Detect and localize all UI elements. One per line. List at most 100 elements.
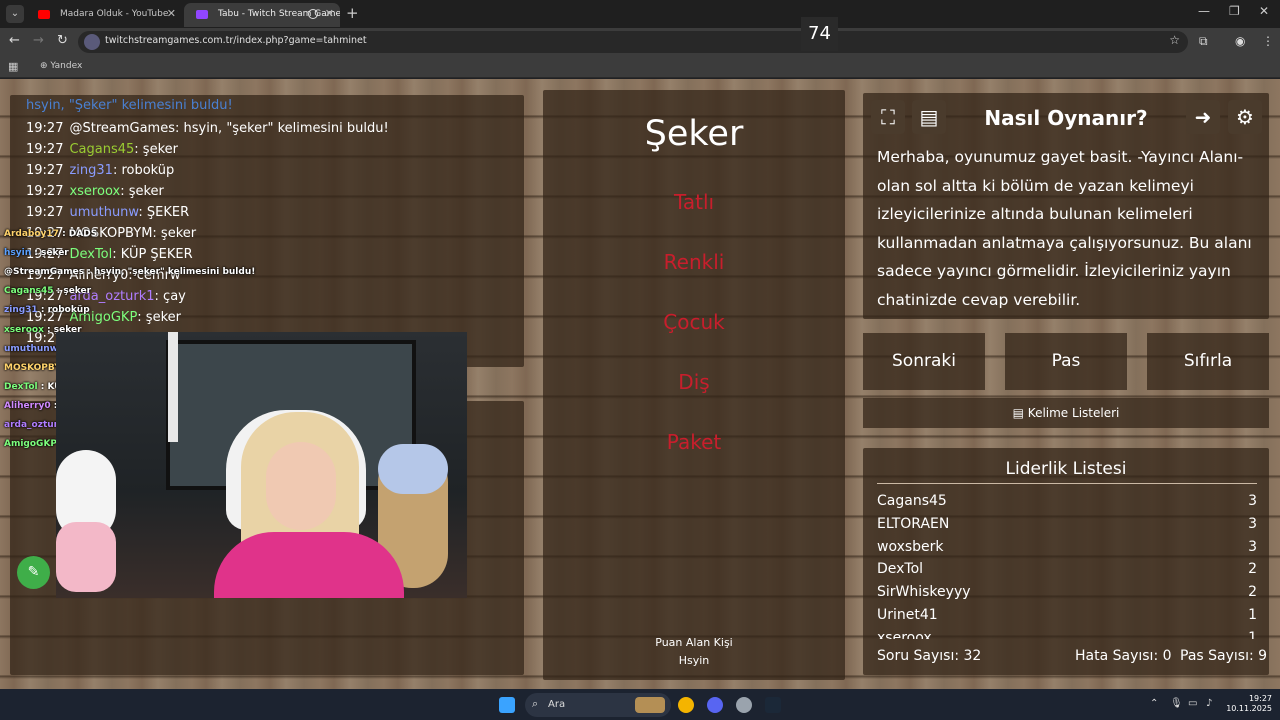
start-icon[interactable] (499, 697, 515, 713)
leaderboard-row: woxsberk 3 (877, 539, 1257, 555)
reset-button[interactable]: Sıfırla (1147, 333, 1269, 390)
bookmark-yandex[interactable]: ⊕ Yandex (40, 61, 82, 71)
chrome-icon[interactable] (678, 697, 694, 713)
overlay-chat-line: hsyin : şeker (4, 248, 69, 258)
cam-plush-pink (56, 522, 116, 592)
leaderboard-score: 1 (1248, 607, 1257, 623)
chat-time: 19:27 (26, 205, 64, 220)
pass-count: Pas Sayısı: 9 (1180, 648, 1268, 664)
edit-pencil-icon[interactable]: ✎ (17, 556, 50, 589)
scorer-name: Hsyin (678, 654, 710, 667)
overlay-username: hsyin (4, 248, 32, 259)
howto-text: Merhaba, oyunumuz gayet basit. -Yayıncı … (877, 148, 1252, 309)
overlay-username: zing31 (4, 305, 38, 316)
url-text[interactable]: twitchstreamgames.com.tr/index.php?game=… (105, 35, 367, 46)
chat-username[interactable]: umuthunw (69, 205, 138, 220)
taboo-word: Diş (678, 370, 710, 394)
site-info-icon[interactable] (84, 34, 100, 50)
leaderboard-score: 3 (1248, 515, 1257, 532)
forward-icon[interactable]: → (33, 33, 44, 48)
timer: 74 (801, 17, 838, 51)
extensions-icon[interactable]: ⧉ (1199, 34, 1208, 49)
tab-youtube[interactable]: Madara Olduk - YouTube ✕ (26, 3, 182, 27)
tab-search-button[interactable]: ⌄ (6, 5, 24, 23)
leaderboard-score: 3 (1248, 538, 1257, 555)
chat-time: 19:27 (26, 121, 64, 136)
chat-username[interactable]: zing31 (69, 163, 112, 178)
tab-title: Tabu - Twitch Stream Game (218, 9, 340, 19)
minimize-icon[interactable]: — (1198, 4, 1210, 18)
tab-title: Madara Olduk - YouTube (60, 9, 169, 19)
clock[interactable]: 19:27 10.11.2025 (1224, 694, 1272, 714)
chat-text: : ŞEKER (138, 205, 190, 220)
close-window-icon[interactable]: ✕ (1259, 4, 1269, 18)
taboo-word: Çocuk (663, 310, 725, 334)
leaderboard-row: DexTol 2 (877, 561, 1257, 577)
apps-icon[interactable]: ▦ (8, 60, 18, 73)
steam-icon[interactable] (765, 697, 781, 713)
chat-time: 19:27 (26, 142, 64, 157)
taboo-word: Tatlı (673, 190, 715, 214)
leaderboard-list[interactable]: Cagans45 3 ELTORAEN 3 woxsberk 3 DexTol 2 SirWhi… (863, 489, 1269, 639)
clock-time: 19:27 (1248, 694, 1272, 703)
chat-username[interactable]: xseroox (69, 184, 120, 199)
tab-tabu[interactable]: Tabu - Twitch Stream Game ✕ (184, 3, 340, 27)
overlay-chat-line: Cagans45 : şeker (4, 286, 91, 296)
cam-plush-head (378, 444, 448, 494)
overlay-username: Aliherry0 (4, 400, 51, 411)
browser-toolbar: ← → ↻ twitchstreamgames.com.tr/index.php… (0, 28, 1280, 56)
chat-text: : şeker (134, 142, 178, 157)
youtube-icon (38, 10, 50, 19)
error-count: Hata Sayısı: 0 (1075, 648, 1172, 664)
leaderboard-name: woxsberk (877, 538, 944, 555)
cam-person-body (214, 532, 404, 598)
close-tab-icon[interactable]: ✕ (325, 3, 334, 25)
discord-icon[interactable] (707, 697, 723, 713)
chat-username[interactable]: Cagans45 (69, 142, 134, 157)
next-button[interactable]: Sonraki (863, 333, 985, 390)
reload-icon[interactable]: ↻ (57, 33, 68, 48)
leaderboard-score: 2 (1248, 584, 1257, 601)
leaderboard-name: DexTol (877, 561, 924, 578)
leaderboard-name: ELTORAEN (877, 515, 950, 532)
new-tab-button[interactable]: + (346, 4, 359, 22)
chat-username[interactable]: DexTol (69, 247, 112, 262)
overlay-text: : DADS (58, 229, 98, 239)
chat-time: 19:27 (26, 184, 64, 199)
volume-icon[interactable]: ♪ (1206, 698, 1212, 709)
mic-icon[interactable]: 🎙 (1170, 698, 1183, 709)
network-icon[interactable]: ▭ (1188, 698, 1197, 709)
overlay-username: DexTol (4, 381, 38, 392)
leaderboard-name: Urinet41 (877, 607, 938, 623)
overlay-chat-line: Ardaboy17 : DADS (4, 229, 97, 239)
tray-chevron-icon[interactable]: ⌃ (1150, 698, 1158, 709)
obs-icon[interactable] (736, 697, 752, 713)
taskbar: ⌕ Ara ⌃ 🎙 ▭ ♪ 19:27 10.11.2025 (0, 689, 1280, 720)
taboo-word: Paket (666, 430, 722, 454)
menu-icon[interactable]: ⋮ (1262, 34, 1274, 48)
leaderboard-row: SirWhiskeyyy 2 (877, 584, 1257, 600)
bookmark-star-icon[interactable]: ☆ (1169, 33, 1180, 47)
overlay-text: : roboküp (37, 305, 90, 316)
overlay-username: umuthunw (4, 343, 59, 354)
word-lists-button[interactable]: ▤ Kelime Listeleri (863, 398, 1269, 428)
chat-text: : şeker (120, 184, 164, 199)
overlay-chat-line: zing31 : roboküp (4, 305, 90, 315)
pass-button[interactable]: Pas (1005, 333, 1127, 390)
overlay-username: @StreamGames (4, 267, 85, 278)
taboo-word: Renkli (663, 250, 725, 274)
restore-icon[interactable]: ❐ (1229, 4, 1240, 18)
taskbar-search[interactable]: ⌕ Ara (525, 693, 671, 717)
chat-text: : KÜP ŞEKER (112, 247, 193, 262)
chat-text: : roboküp (112, 163, 175, 178)
address-bar[interactable]: twitchstreamgames.com.tr/index.php?game=… (78, 31, 1188, 53)
overlay-username: AmigoGKP (4, 439, 58, 450)
profile-icon[interactable]: ◉ (1235, 34, 1245, 48)
word-lists-label: Kelime Listeleri (1027, 406, 1120, 420)
leaderboard-row: ELTORAEN 3 (877, 516, 1257, 532)
chat-username[interactable]: @StreamGames: (69, 121, 179, 136)
cam-person-face (266, 442, 336, 530)
recording-icon (308, 9, 318, 19)
close-tab-icon[interactable]: ✕ (167, 3, 176, 25)
back-icon[interactable]: ← (9, 33, 20, 48)
